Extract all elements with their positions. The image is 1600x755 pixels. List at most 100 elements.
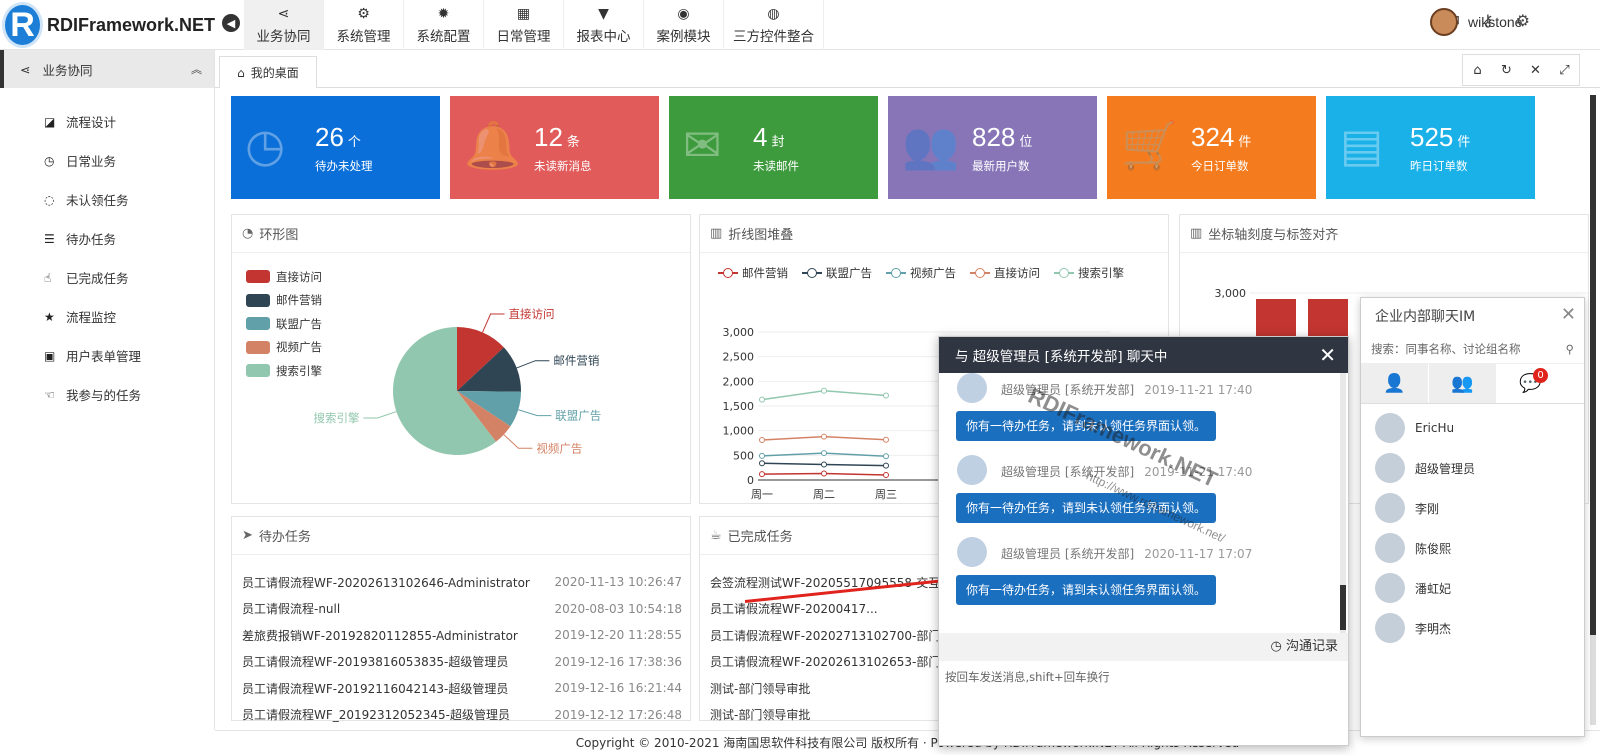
topnav-reports[interactable]: ▼ 报表中心 — [564, 0, 644, 50]
list-item[interactable]: 员工请假流程WF-20193816053835-超级管理员 2019-12-16 … — [242, 649, 682, 676]
list-item[interactable]: 员工请假流程-null 2020-08-03 10:54:18 — [242, 596, 682, 623]
collapse-sidebar-button[interactable]: ◀ — [222, 14, 240, 32]
sidebar-item-label: 待办任务 — [66, 232, 117, 247]
data-point[interactable] — [821, 450, 827, 457]
scrollbar-thumb[interactable] — [1340, 585, 1346, 630]
tab-messages[interactable]: 💬 0 — [1497, 364, 1565, 403]
history-link[interactable]: ◷ 沟通记录 — [939, 633, 1348, 661]
chat-input[interactable]: 按回车发送消息,shift+回车换行 — [945, 669, 1110, 685]
eye-icon: ◉ — [677, 6, 690, 22]
data-point[interactable] — [821, 461, 827, 468]
list-item[interactable]: 员工请假流程WF-20192116042143-超级管理员 2019-12-16 … — [242, 675, 682, 702]
task-title[interactable]: 员工请假流程WF-20202713102700-部门 — [710, 627, 940, 644]
sidebar-item-todo[interactable]: ☰ 待办任务 — [0, 219, 214, 258]
task-title[interactable]: 测试-部门领导审批 — [710, 706, 810, 723]
sidebar-item-monitor[interactable]: ★ 流程监控 — [0, 297, 214, 336]
slice-label: 邮件营销 — [553, 354, 599, 368]
avatar — [1375, 573, 1405, 603]
data-point[interactable] — [883, 453, 889, 460]
list-item[interactable]: 差旅费报销WF-20192820112855-Administrator 2019… — [242, 622, 682, 649]
data-point[interactable] — [821, 433, 827, 440]
share-icon: ⋖ — [20, 61, 31, 77]
contact-item[interactable]: EricHu — [1361, 408, 1584, 448]
y-tick-label: 2,000 — [723, 375, 755, 388]
contact-item[interactable]: 潘虹妃 — [1361, 568, 1584, 608]
user-menu[interactable]: wikstone — [1430, 8, 1522, 36]
topnav-business[interactable]: ⋖ 业务协同 — [244, 0, 324, 50]
task-date: 2019-12-16 17:38:36 — [554, 654, 682, 669]
data-point[interactable] — [759, 471, 765, 478]
task-title[interactable]: 员工请假流程WF-20202613102646-Administrator — [242, 574, 530, 591]
task-title[interactable]: 员工请假流程WF_20192312052345-超级管理员 — [242, 706, 510, 723]
stat-card-messages[interactable]: 🔔 12 条未读新消息 — [450, 96, 659, 199]
message-bubble[interactable]: 你有一待办任务，请到未认领任务界面认领。 — [956, 575, 1217, 605]
topnav-label: 三方控件整合 — [733, 29, 814, 45]
task-title[interactable]: 测试-部门领导审批 — [710, 680, 810, 697]
main-scrollbar[interactable] — [1590, 95, 1596, 725]
clock-icon: ◷ — [245, 118, 286, 172]
stat-card-users[interactable]: 👥 828 位最新用户数 — [888, 96, 1097, 199]
panel-title: 环形图 — [259, 228, 299, 243]
topnav-third-party[interactable]: ◍ 三方控件整合 — [724, 0, 824, 50]
logo-mark: R — [2, 2, 43, 48]
contact-item[interactable]: 陈俊熙 — [1361, 528, 1584, 568]
share-icon: ⋖ — [277, 6, 290, 22]
sidebar-item-participated[interactable]: ☜ 我参与的任务 — [0, 375, 214, 414]
search-icon[interactable]: ⚲ — [1566, 342, 1574, 356]
todo-panel: ➤ 待办任务 员工请假流程WF-20202613102646-Administra… — [231, 516, 691, 722]
contact-item[interactable]: 李刚 — [1361, 488, 1584, 528]
stat-card-mail[interactable]: ✉ 4 封未读邮件 — [669, 96, 878, 199]
list-item[interactable]: 员工请假流程WF_20192312052345-超级管理员 2019-12-12 … — [242, 702, 682, 729]
stat-card-pending[interactable]: ◷ 26 个待办未处理 — [231, 96, 440, 199]
topnav-system-config[interactable]: ✹ 系统配置 — [404, 0, 484, 50]
task-title[interactable]: 员工请假流程-null — [242, 600, 340, 617]
logo[interactable]: R RDIFramework.NET — [0, 0, 215, 50]
fullscreen-icon[interactable]: ⤢ — [1550, 63, 1579, 78]
list-item[interactable]: 员工请假流程WF-20202613102646-Administrator 202… — [242, 569, 682, 596]
data-point[interactable] — [821, 470, 827, 477]
form-icon: ▣ — [44, 348, 56, 363]
data-point[interactable] — [759, 396, 765, 403]
close-icon[interactable]: ✕ — [1561, 304, 1576, 325]
data-point[interactable] — [759, 452, 765, 459]
sidebar-item-done[interactable]: ☝ 已完成任务 — [0, 258, 214, 297]
data-point[interactable] — [821, 387, 827, 394]
topnav-daily[interactable]: ▦ 日常管理 — [484, 0, 564, 50]
users-icon: 👥 — [902, 118, 960, 172]
chevron-up-icon[interactable]: ︽ — [191, 61, 202, 77]
sidebar-item-forms[interactable]: ▣ 用户表单管理 — [0, 336, 214, 375]
contact-item[interactable]: 李明杰 — [1361, 608, 1584, 648]
task-title[interactable]: 员工请假流程WF-20193816053835-超级管理员 — [242, 653, 508, 670]
task-title[interactable]: 差旅费报销WF-20192820112855-Administrator — [242, 627, 518, 644]
task-title[interactable]: 员工请假流程WF-20192116042143-超级管理员 — [242, 680, 508, 697]
list-icon: ☰ — [44, 231, 55, 246]
chat-scrollbar[interactable] — [1340, 373, 1346, 633]
task-title[interactable]: 员工请假流程WF-20200417... — [710, 600, 878, 617]
home-icon[interactable]: ⌂ — [1463, 63, 1492, 78]
data-point[interactable] — [883, 392, 889, 399]
data-point[interactable] — [759, 460, 765, 467]
stat-unit: 个 — [347, 134, 361, 149]
sidebar-header[interactable]: ⋖ 业务协同 ︽ — [0, 50, 214, 88]
scrollbar-thumb[interactable] — [1590, 95, 1596, 635]
data-point[interactable] — [883, 462, 889, 469]
topnav-system-mgmt[interactable]: ⚙ 系统管理 — [324, 0, 404, 50]
contact-item[interactable]: 超级管理员 — [1361, 448, 1584, 488]
data-point[interactable] — [759, 437, 765, 444]
tab-contacts[interactable]: 👤 — [1361, 364, 1429, 403]
data-point[interactable] — [883, 472, 889, 479]
close-icon[interactable]: ✕ — [1319, 343, 1336, 367]
stat-card-today-orders[interactable]: 🛒 324 件今日订单数 — [1107, 96, 1316, 199]
task-title[interactable]: 员工请假流程WF-20202613102653-部门 — [710, 653, 940, 670]
tab-groups[interactable]: 👥 — [1429, 364, 1497, 403]
im-search-input[interactable]: 搜索：同事名称、讨论组名称 ⚲ — [1361, 334, 1584, 364]
refresh-icon[interactable]: ↻ — [1492, 63, 1521, 78]
stat-card-yesterday-orders[interactable]: ▤ 525 件昨日订单数 — [1326, 96, 1535, 199]
close-icon[interactable]: ✕ — [1521, 63, 1550, 78]
sidebar-item-unclaimed[interactable]: ◌ 未认领任务 — [0, 180, 214, 219]
sidebar-item-process-design[interactable]: ◪ 流程设计 — [0, 102, 214, 141]
sidebar-item-daily[interactable]: ◷ 日常业务 — [0, 141, 214, 180]
data-point[interactable] — [883, 436, 889, 443]
tab-desktop[interactable]: ⌂ 我的桌面 — [219, 56, 317, 88]
topnav-cases[interactable]: ◉ 案例模块 — [644, 0, 724, 50]
